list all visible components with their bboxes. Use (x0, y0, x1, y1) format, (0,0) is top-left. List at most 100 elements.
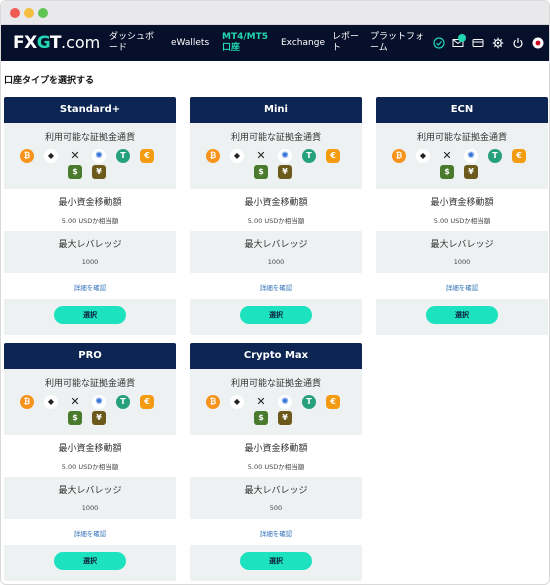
max-leverage-label: 最大レバレッジ (244, 240, 308, 250)
min-transfer-label: 最小資金移動額 (244, 198, 308, 208)
currency-icons-row: ₿ ◆ ✕ ✺ T € (190, 395, 362, 409)
max-leverage-label: 最大レバレッジ (58, 240, 122, 250)
nav-item-exchange[interactable]: Exchange (281, 38, 325, 49)
min-transfer-value: 5.00 USDか相当額 (247, 463, 305, 471)
cardano-icon: ✺ (278, 149, 292, 163)
nav-item-platform[interactable]: プラットフォ ーム (370, 32, 424, 54)
account-card: ECN 利用可能な証拠金通貨 ₿ ◆ ✕ ✺ T € $ ¥ 最小資金移動額 5.00 USDか相… (376, 97, 548, 335)
min-transfer-section: 最小資金移動額 5.00 USDか相当額 (4, 435, 176, 477)
xrp-icon: ✕ (442, 149, 452, 162)
min-transfer-section: 最小資金移動額 5.00 USDか相当額 (190, 189, 362, 231)
account-card: Standard+ 利用可能な証拠金通貨 ₿ ◆ ✕ ✺ T € $ ¥ 最小資金移動額 5.00… (4, 97, 176, 335)
window-titlebar (1, 1, 549, 25)
min-transfer-value: 5.00 USDか相当額 (433, 217, 491, 225)
select-button[interactable]: 選択 (240, 552, 312, 570)
card-icon[interactable] (472, 37, 484, 49)
jpy-icon: ¥ (278, 411, 292, 425)
min-transfer-value: 5.00 USDか相当額 (247, 217, 305, 225)
currencies-label: 利用可能な証拠金通貨 (44, 133, 135, 143)
xrp-icon: ✕ (256, 395, 266, 408)
bitcoin-icon: ₿ (392, 149, 406, 163)
minimize-window-button[interactable] (24, 8, 34, 18)
nav-item-reports[interactable]: レポート (332, 32, 359, 54)
account-card: Crypto Max 利用可能な証拠金通貨 ₿ ◆ ✕ ✺ T € $ ¥ 最小資金移動額 5.0… (190, 343, 362, 581)
check-circle-icon[interactable] (433, 37, 445, 49)
card-title: Crypto Max (190, 343, 362, 369)
tether-icon: T (488, 149, 502, 163)
notification-badge (458, 34, 466, 42)
max-leverage-value: 1000 (267, 258, 285, 266)
usd-icon: $ (254, 411, 268, 425)
browser-window: FXGT.com ダッシュボ ード eWallets MT4/MT5 口座 Exch… (0, 0, 550, 585)
usd-icon: $ (440, 165, 454, 179)
min-transfer-section: 最小資金移動額 5.00 USDか相当額 (190, 435, 362, 477)
jpy-icon: ¥ (92, 165, 106, 179)
top-navigation: FXGT.com ダッシュボ ード eWallets MT4/MT5 口座 Exch… (1, 25, 549, 61)
tether-icon: T (302, 395, 316, 409)
euro-icon: € (512, 149, 526, 163)
bitcoin-icon: ₿ (20, 149, 34, 163)
details-link[interactable]: 詳細を確認 (4, 282, 176, 292)
usd-icon: $ (68, 411, 82, 425)
japan-flag-icon[interactable] (532, 37, 544, 49)
bitcoin-icon: ₿ (20, 395, 34, 409)
ethereum-icon: ◆ (44, 149, 58, 163)
account-card: Mini 利用可能な証拠金通貨 ₿ ◆ ✕ ✺ T € $ ¥ 最小資金移動額 5.00 USDか… (190, 97, 362, 335)
fiat-icons-row: $ ¥ (190, 411, 362, 425)
min-transfer-value: 5.00 USDか相当額 (61, 463, 119, 471)
max-leverage-value: 1000 (81, 258, 99, 266)
cardano-icon: ✺ (464, 149, 478, 163)
details-link[interactable]: 詳細を確認 (376, 282, 548, 292)
nav-item-dashboard[interactable]: ダッシュボ ード (109, 32, 154, 54)
currencies-label: 利用可能な証拠金通貨 (416, 133, 507, 143)
max-leverage-label: 最大レバレッジ (244, 486, 308, 496)
gear-icon[interactable] (492, 37, 504, 49)
tether-icon: T (302, 149, 316, 163)
account-card: PRO 利用可能な証拠金通貨 ₿ ◆ ✕ ✺ T € $ ¥ 最小資金移動額 5.00 USDか相… (4, 343, 176, 581)
currency-icons-row: ₿ ◆ ✕ ✺ T € (376, 149, 548, 163)
fiat-icons-row: $ ¥ (190, 165, 362, 179)
ethereum-icon: ◆ (230, 395, 244, 409)
euro-icon: € (326, 395, 340, 409)
currency-icons-row: ₿ ◆ ✕ ✺ T € (4, 395, 176, 409)
card-title: Standard+ (4, 97, 176, 123)
currency-icons-row: ₿ ◆ ✕ ✺ T € (4, 149, 176, 163)
jpy-icon: ¥ (464, 165, 478, 179)
maximize-window-button[interactable] (38, 8, 48, 18)
details-link[interactable]: 詳細を確認 (4, 528, 176, 538)
max-leverage-value: 1000 (453, 258, 471, 266)
jpy-icon: ¥ (92, 411, 106, 425)
euro-icon: € (140, 149, 154, 163)
min-transfer-section: 最小資金移動額 5.00 USDか相当額 (4, 189, 176, 231)
close-window-button[interactable] (10, 8, 20, 18)
ethereum-icon: ◆ (44, 395, 58, 409)
max-leverage-value: 500 (269, 504, 283, 512)
currencies-label: 利用可能な証拠金通貨 (230, 133, 321, 143)
jpy-icon: ¥ (278, 165, 292, 179)
page-title: 口座タイプを選択する (4, 76, 95, 86)
euro-icon: € (140, 395, 154, 409)
min-transfer-section: 最小資金移動額 5.00 USDか相当額 (376, 189, 548, 231)
bitcoin-icon: ₿ (206, 395, 220, 409)
nav-item-ewallets[interactable]: eWallets (171, 38, 209, 49)
select-button[interactable]: 選択 (54, 552, 126, 570)
details-link[interactable]: 詳細を確認 (190, 528, 362, 538)
usd-icon: $ (68, 165, 82, 179)
min-transfer-value: 5.00 USDか相当額 (61, 217, 119, 225)
currencies-label: 利用可能な証拠金通貨 (230, 379, 321, 389)
select-button[interactable]: 選択 (54, 306, 126, 324)
fiat-icons-row: $ ¥ (4, 165, 176, 179)
fxgt-logo[interactable]: FXGT.com (13, 33, 100, 53)
min-transfer-label: 最小資金移動額 (244, 444, 308, 454)
euro-icon: € (326, 149, 340, 163)
power-icon[interactable] (512, 37, 524, 49)
select-button[interactable]: 選択 (240, 306, 312, 324)
cardano-icon: ✺ (278, 395, 292, 409)
tether-icon: T (116, 395, 130, 409)
details-link[interactable]: 詳細を確認 (190, 282, 362, 292)
nav-item-mt4-mt5[interactable]: MT4/MT5 口座 (222, 32, 268, 54)
usd-icon: $ (254, 165, 268, 179)
select-button[interactable]: 選択 (426, 306, 498, 324)
ethereum-icon: ◆ (416, 149, 430, 163)
xrp-icon: ✕ (70, 395, 80, 408)
